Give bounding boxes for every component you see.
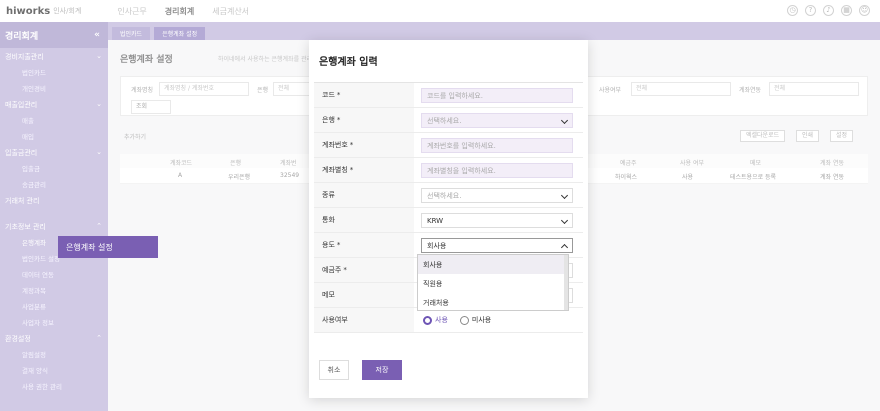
bank-select-field[interactable]: 선택하세요.: [421, 113, 573, 128]
form-row-currency: 통화 KRW: [314, 208, 583, 233]
purpose-select-field[interactable]: 회사용: [421, 238, 573, 253]
purpose-dropdown-list: 회사용 직원용 거래처용: [417, 254, 569, 311]
code-input[interactable]: 코드를 입력하세요.: [421, 88, 573, 103]
dropdown-scrollbar[interactable]: [564, 255, 568, 310]
dropdown-option-company[interactable]: 회사용: [418, 255, 568, 274]
field-label: 사용여부: [322, 316, 348, 324]
required-mark: *: [336, 241, 341, 249]
form-row-type: 종류 선택하세요.: [314, 183, 583, 208]
dropdown-option-employee[interactable]: 직원용: [418, 274, 568, 293]
dropdown-option-vendor[interactable]: 거래처용: [418, 293, 568, 312]
form-row-code: 코드 * 코드를 입력하세요.: [314, 83, 583, 108]
account-alias-input[interactable]: 계좌별칭을 입력하세요.: [421, 163, 573, 178]
chevron-down-icon: [560, 216, 569, 225]
field-label: 계좌번호: [322, 141, 348, 149]
required-mark: *: [336, 91, 341, 99]
field-label: 통화: [322, 216, 335, 224]
field-label: 용도: [322, 241, 335, 249]
form-row-bank: 은행 * 선택하세요.: [314, 108, 583, 133]
required-mark: *: [343, 266, 347, 274]
field-label: 코드: [322, 91, 335, 99]
modal-title: 은행계좌 입력: [319, 57, 378, 68]
radio-selected-icon: [423, 315, 432, 325]
sidebar-flyout-tooltip[interactable]: 은행계좌 설정: [58, 236, 158, 258]
save-button[interactable]: 저장: [362, 360, 402, 380]
chevron-down-icon: [560, 191, 569, 200]
field-label: 예금주: [322, 266, 342, 274]
field-label: 종류: [322, 191, 335, 199]
form-row-account-alias: 계좌별칭 * 계좌별칭을 입력하세요.: [314, 158, 583, 183]
cancel-button[interactable]: 취소: [319, 360, 349, 380]
usage-radio-group: 사용 미사용: [423, 315, 491, 325]
bank-account-modal: 은행계좌 입력 코드 * 코드를 입력하세요. 은행 * 선택하세요. 계좌번호 * …: [309, 40, 588, 398]
usage-radio-off[interactable]: 미사용: [459, 315, 491, 325]
required-mark: *: [349, 141, 354, 149]
chevron-up-icon: [560, 243, 569, 252]
required-mark: *: [336, 116, 341, 124]
field-label: 메모: [322, 291, 335, 299]
field-label: 은행: [322, 116, 335, 124]
currency-select-field[interactable]: KRW: [421, 213, 573, 228]
account-number-input[interactable]: 계좌번호를 입력하세요.: [421, 138, 573, 153]
radio-empty-icon: [459, 315, 469, 325]
field-label: 계좌별칭: [322, 166, 348, 174]
required-mark: *: [349, 166, 354, 174]
usage-radio-on[interactable]: 사용: [423, 315, 448, 325]
chevron-down-icon: [560, 116, 569, 125]
form-row-account-number: 계좌번호 * 계좌번호를 입력하세요.: [314, 133, 583, 158]
type-select-field[interactable]: 선택하세요.: [421, 188, 573, 203]
